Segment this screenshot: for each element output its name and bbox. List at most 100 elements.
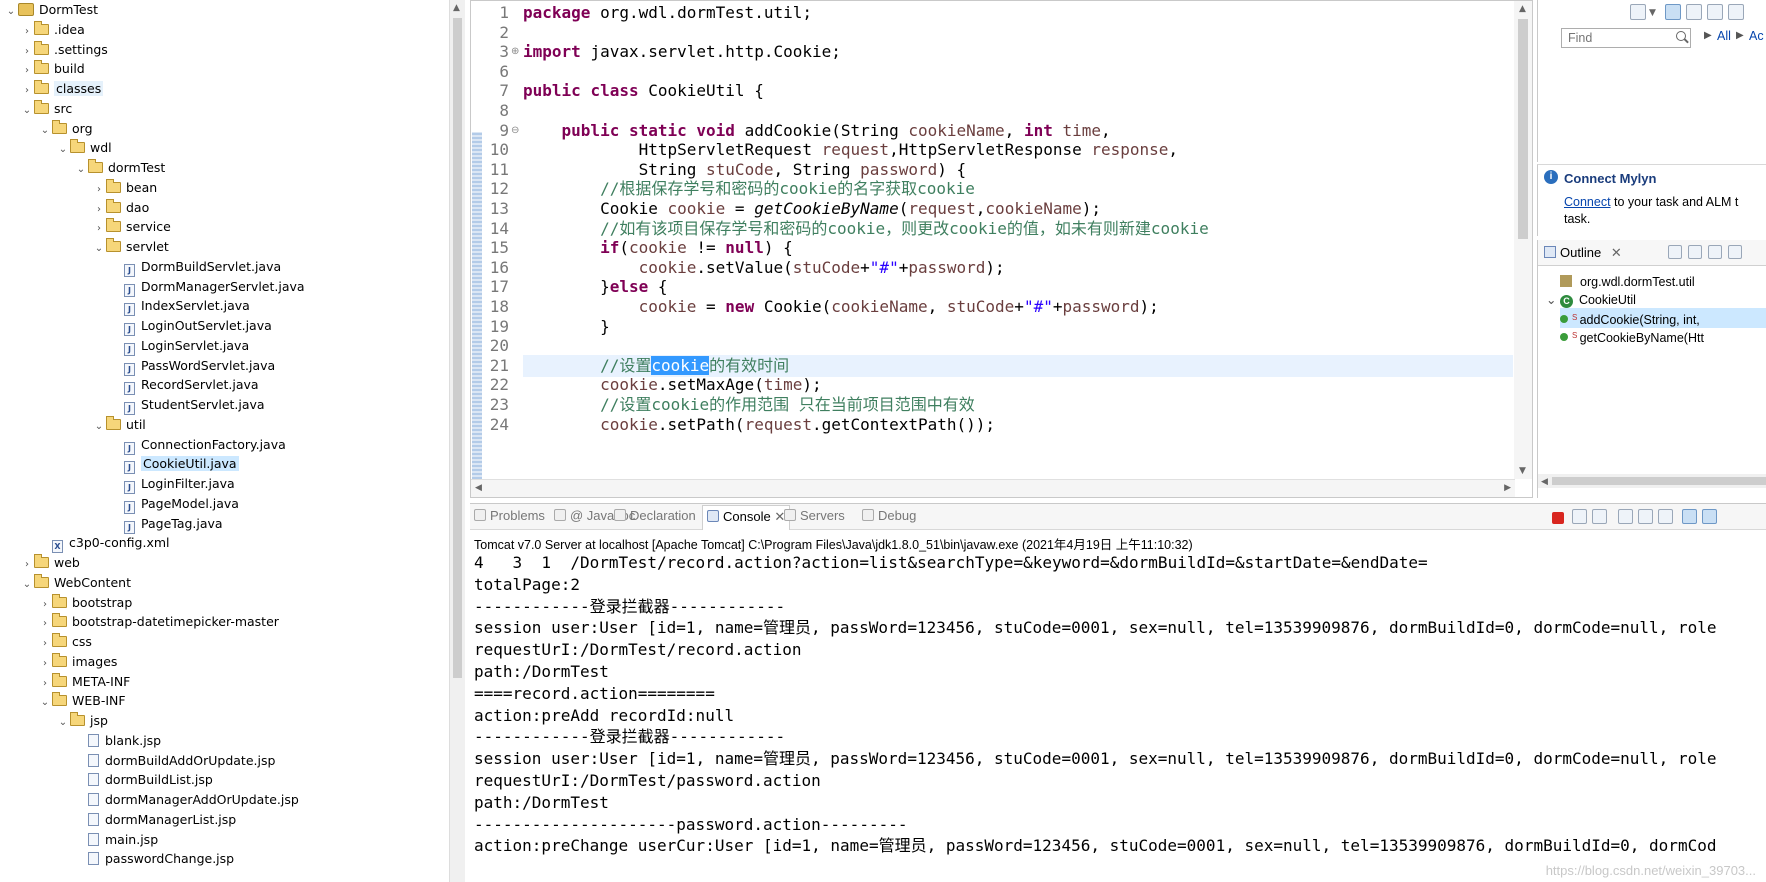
- pin-console-icon[interactable]: [1702, 509, 1717, 524]
- tree-item[interactable]: J CookieUtil.java: [110, 454, 239, 475]
- tree-item[interactable]: › dao: [92, 198, 149, 218]
- scroll-lock-icon[interactable]: [1638, 509, 1653, 524]
- tree-item[interactable]: › build: [20, 59, 85, 79]
- code-editor[interactable]: 1 2 3 ⊕ 6 7 8 9 ⊖ 10 11 12 13 14 15 16 17 18 19 20 21 22 23 24 …: [470, 0, 1533, 498]
- word-wrap-icon[interactable]: [1658, 509, 1673, 524]
- chevron-down-icon[interactable]: ⌄: [38, 693, 52, 713]
- tree-item[interactable]: J LoginOutServlet.java: [110, 316, 272, 336]
- tab-debug[interactable]: Debug: [862, 508, 916, 523]
- tree-item[interactable]: J StudentServlet.java: [110, 395, 265, 415]
- expand-icon[interactable]: ⊕: [511, 46, 519, 57]
- connect-link[interactable]: Connect: [1564, 195, 1611, 209]
- tree-item[interactable]: › images: [38, 652, 117, 672]
- hide-nonpublic-icon[interactable]: [1728, 245, 1742, 259]
- chevron-down-icon[interactable]: ⌄: [56, 140, 70, 160]
- chevron-down-icon[interactable]: ⌄: [56, 713, 70, 733]
- scroll-right-icon[interactable]: ▶: [1504, 483, 1511, 493]
- tree-item[interactable]: J ConnectionFactory.java: [110, 435, 286, 455]
- tree-item[interactable]: J DormBuildServlet.java: [110, 257, 281, 277]
- scheduled-icon[interactable]: [1686, 4, 1702, 20]
- tab-outline[interactable]: Outline ✕: [1544, 245, 1622, 261]
- code-line[interactable]: }: [523, 316, 610, 338]
- explorer-scroll-thumb[interactable]: [453, 18, 462, 678]
- tree-item[interactable]: dormManagerAddOrUpdate.jsp: [74, 790, 299, 810]
- search-icon[interactable]: [1676, 31, 1686, 41]
- tree-item[interactable]: › bootstrap-datetimepicker-master: [38, 612, 279, 632]
- tab-problems[interactable]: Problems: [474, 508, 545, 523]
- chevron-down-icon[interactable]: ⌄: [38, 121, 52, 141]
- remove-launch-icon[interactable]: [1572, 509, 1587, 524]
- tab-console[interactable]: Console ✕: [702, 505, 791, 530]
- tree-item[interactable]: › web: [20, 553, 80, 573]
- scroll-down-icon[interactable]: ▼: [1519, 466, 1526, 476]
- tree-item[interactable]: ⌄ WebContent: [20, 573, 131, 593]
- tree-item[interactable]: J PageTag.java: [110, 514, 223, 534]
- tree-item[interactable]: ⌄ dormTest: [74, 158, 165, 178]
- tree-item[interactable]: ⌄ WEB-INF: [38, 691, 126, 711]
- tab-declaration[interactable]: Declaration: [614, 508, 696, 523]
- all-link[interactable]: All: [1717, 29, 1731, 43]
- tree-item[interactable]: J IndexServlet.java: [110, 296, 250, 317]
- tree-item[interactable]: blank.jsp: [74, 731, 161, 751]
- tree-item[interactable]: J PageModel.java: [110, 494, 239, 514]
- chevron-down-icon[interactable]: ⌄: [92, 239, 106, 259]
- outline-item[interactable]: ⌄ C CookieUtil: [1546, 290, 1766, 310]
- terminate-icon[interactable]: [1552, 512, 1564, 524]
- scroll-left-icon[interactable]: ◀: [1541, 476, 1548, 487]
- sort-icon[interactable]: [1668, 245, 1682, 259]
- console-output[interactable]: 4 3 1 /DormTest/record.action?action=lis…: [474, 552, 1766, 882]
- editor-scroll-thumb[interactable]: [1518, 19, 1528, 239]
- tree-item[interactable]: passwordChange.jsp: [74, 849, 234, 869]
- hide-fields-icon[interactable]: [1688, 245, 1702, 259]
- remove-all-icon[interactable]: [1592, 509, 1607, 524]
- outline-item[interactable]: S getCookieByName(Htt: [1560, 326, 1766, 346]
- outline-scrollbar[interactable]: ◀: [1538, 474, 1766, 488]
- show-console-icon[interactable]: [1682, 509, 1697, 524]
- tree-item[interactable]: J RecordServlet.java: [110, 375, 259, 396]
- explorer-scrollbar[interactable]: ▲: [449, 0, 465, 882]
- tree-item[interactable]: ⌄ servlet: [92, 237, 169, 257]
- new-task-icon[interactable]: [1630, 4, 1646, 20]
- tree-item[interactable]: ⌄ util: [92, 415, 146, 435]
- tree-item[interactable]: › .settings: [20, 40, 108, 60]
- close-icon[interactable]: ✕: [1611, 245, 1622, 260]
- editor-horizontal-scrollbar[interactable]: ◀ ▶: [471, 479, 1515, 497]
- tree-item[interactable]: › css: [38, 632, 92, 652]
- categorized-icon[interactable]: [1665, 4, 1681, 20]
- chevron-down-icon[interactable]: ⌄: [4, 2, 18, 22]
- code-line[interactable]: public class CookieUtil {: [523, 80, 764, 102]
- code-area[interactable]: package org.wdl.dormTest.util; import jav…: [523, 1, 1513, 479]
- hide-static-icon[interactable]: [1708, 245, 1722, 259]
- tree-item[interactable]: ⌄ jsp: [56, 711, 108, 731]
- code-line[interactable]: import javax.servlet.http.Cookie;: [523, 41, 841, 63]
- focus-icon[interactable]: [1728, 4, 1744, 20]
- tree-item[interactable]: ⌄ org: [38, 119, 93, 139]
- collapse-all-icon[interactable]: [1707, 4, 1723, 20]
- scroll-left-icon[interactable]: ◀: [475, 483, 482, 493]
- tree-item[interactable]: › classes: [20, 79, 104, 99]
- collapse-icon[interactable]: ⊖: [511, 125, 519, 136]
- tree-item[interactable]: dormManagerList.jsp: [74, 810, 236, 830]
- scroll-up-icon[interactable]: ▲: [1519, 4, 1526, 14]
- outline-item[interactable]: org.wdl.dormTest.util: [1546, 272, 1766, 292]
- tree-item[interactable]: › bean: [92, 178, 157, 198]
- tree-item[interactable]: dormBuildAddOrUpdate.jsp: [74, 751, 275, 771]
- tree-item[interactable]: Xc3p0-config.xml: [38, 533, 170, 554]
- scroll-up-icon[interactable]: ▲: [453, 3, 460, 13]
- clear-console-icon[interactable]: [1618, 509, 1633, 524]
- tree-item[interactable]: dormBuildList.jsp: [74, 770, 213, 790]
- tree-item[interactable]: J LoginFilter.java: [110, 474, 235, 494]
- tree-item[interactable]: ⌄ DormTest: [4, 0, 98, 20]
- code-line[interactable]: cookie = new Cookie(cookieName, stuCode+…: [523, 296, 1159, 318]
- editor-vertical-scrollbar[interactable]: ▲ ▼: [1514, 1, 1532, 479]
- outline-item[interactable]: S addCookie(String, int,: [1560, 308, 1766, 328]
- chevron-down-icon[interactable]: ⌄: [20, 575, 34, 595]
- tree-item[interactable]: › bootstrap: [38, 593, 132, 613]
- tab-servers[interactable]: Servers: [784, 508, 845, 523]
- tree-item[interactable]: › META-INF: [38, 672, 130, 692]
- code-line[interactable]: cookie.setPath(request.getContextPath())…: [523, 414, 995, 436]
- chevron-down-icon[interactable]: ⌄: [74, 160, 88, 180]
- find-input[interactable]: [1561, 28, 1691, 48]
- tree-item[interactable]: main.jsp: [74, 830, 158, 850]
- tree-item[interactable]: › .idea: [20, 20, 85, 40]
